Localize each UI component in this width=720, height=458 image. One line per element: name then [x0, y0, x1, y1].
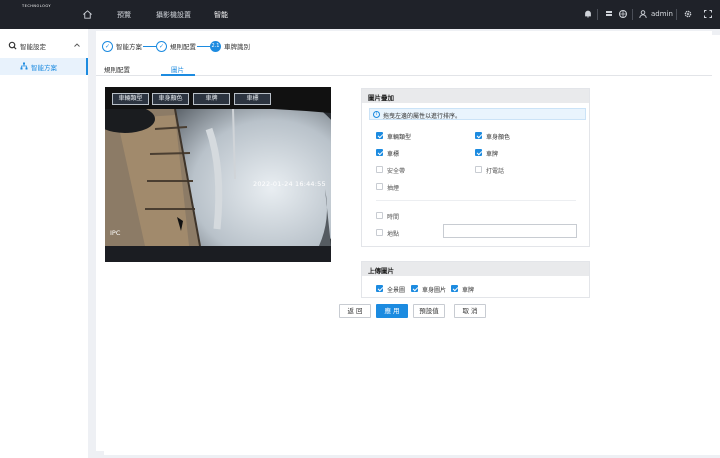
step-current-marker: 2.1	[210, 40, 221, 52]
checkbox-vehicle-logo[interactable]	[376, 149, 383, 156]
video-footer-bar	[105, 246, 331, 262]
apply-button[interactable]: 應 用	[376, 304, 408, 318]
step-label: 規則配置	[170, 43, 196, 51]
checkbox-location[interactable]	[376, 229, 383, 236]
checkbox-vehicle-type[interactable]	[376, 132, 383, 139]
checkbox-label: 抽煙	[387, 185, 400, 192]
fullscreen-icon[interactable]	[703, 9, 713, 19]
sidebar-group-label: 智能設定	[20, 43, 46, 51]
tab-rule-config[interactable]: 規則配置	[104, 64, 130, 74]
default-button[interactable]: 預設值	[413, 304, 445, 318]
video-overlay-toolbar: 車輛類型 車身顏色 車牌 車標	[105, 87, 331, 109]
hint-bar: i 拖曳左邊的屬性以進行排序。	[369, 108, 586, 120]
checkbox-label: 車身圖片	[422, 287, 447, 294]
divider	[597, 9, 598, 20]
checkbox-panorama[interactable]	[376, 285, 383, 292]
checkbox-label: 地點	[387, 231, 400, 238]
info-icon: i	[373, 111, 380, 118]
brand-logo[interactable]: alhua TECHNOLOGY	[8, 4, 720, 455]
panel-header: 圖片疊加	[362, 89, 589, 103]
upload-picture-panel: 上傳圖片 全景圖 車身圖片 車牌	[361, 261, 590, 298]
panel-title: 圖片疊加	[368, 94, 394, 102]
step-label: 車牌識別	[224, 43, 250, 51]
checkbox-label: 車標	[387, 151, 400, 158]
step-label: 智能方案	[116, 43, 142, 51]
checkbox-label: 全景圖	[387, 287, 406, 294]
location-text-input[interactable]	[443, 224, 577, 238]
cancel-button[interactable]: 取 消	[454, 304, 486, 318]
user-icon[interactable]	[638, 9, 648, 19]
settings-icon[interactable]	[683, 9, 693, 19]
step-done-icon: ✓	[156, 40, 167, 52]
tab-active-indicator	[161, 74, 195, 76]
checkbox-upload-plate[interactable]	[451, 285, 458, 292]
video-preview[interactable]: 車輛類型 車身顏色 車牌 車標 2022-01-24 16:44:55 IPC	[105, 87, 331, 262]
panel-header: 上傳圖片	[362, 262, 589, 276]
gear-search-icon	[8, 41, 17, 50]
checkbox-label: 車牌	[486, 151, 499, 158]
checkbox-label: 車輛類型	[387, 134, 412, 141]
bell-icon[interactable]	[583, 9, 593, 19]
step-connector	[197, 46, 210, 47]
sidebar-item-label: 智能方案	[31, 64, 57, 72]
checkbox-plate[interactable]	[475, 149, 482, 156]
picture-overlay-panel: 圖片疊加 i 拖曳左邊的屬性以進行排序。 車輛類型 車身顏色 車標 車牌 安全帶…	[361, 88, 590, 247]
nav-camera-settings[interactable]: 攝影機設置	[156, 10, 191, 20]
username[interactable]: admin	[651, 10, 673, 18]
step-connector	[143, 46, 156, 47]
overlay-plate-button[interactable]: 車牌	[193, 93, 230, 105]
osd-timestamp: 2022-01-24 16:44:55	[253, 180, 326, 188]
checkbox-label: 時間	[387, 214, 400, 221]
step-done-icon: ✓	[102, 40, 113, 52]
hierarchy-icon	[20, 62, 28, 70]
divider	[632, 9, 633, 20]
checkbox-time[interactable]	[376, 212, 383, 219]
overlay-vehicle-logo-button[interactable]: 車標	[234, 93, 271, 105]
divider	[676, 9, 677, 20]
brand-tagline: TECHNOLOGY	[22, 4, 52, 8]
checkbox-seatbelt[interactable]	[376, 166, 383, 173]
panel-title: 上傳圖片	[368, 267, 394, 275]
main-panel: ✓ 智能方案 ✓ 規則配置 2.1 車牌識別 規則配置 圖片 車輛類型 車身顏色…	[96, 31, 712, 451]
checkbox-label: 打電話	[486, 168, 505, 175]
step-plate-recognition[interactable]: 2.1 車牌識別	[210, 40, 250, 52]
divider	[376, 200, 576, 201]
osd-channel-label: IPC	[110, 229, 121, 237]
tab-bar: 規則配置 圖片	[96, 62, 712, 76]
checkbox-label: 車牌	[462, 287, 475, 294]
overlay-vehicle-type-button[interactable]: 車輛類型	[112, 93, 149, 105]
globe-icon[interactable]	[618, 9, 628, 19]
top-bar: alhua TECHNOLOGY 預覽 攝影機設置 智能 admin	[0, 0, 720, 455]
step-smart-plan[interactable]: ✓ 智能方案	[102, 40, 142, 52]
tab-picture[interactable]: 圖片	[171, 64, 184, 74]
camera-scene-image	[105, 109, 331, 246]
storage-icon[interactable]	[604, 9, 614, 19]
checkbox-label: 車身顏色	[486, 134, 511, 141]
sidebar-item-smart-plan[interactable]: 智能方案	[0, 58, 88, 75]
checkbox-label: 安全帶	[387, 168, 406, 175]
overlay-body-color-button[interactable]: 車身顏色	[152, 93, 189, 105]
sidebar-group-intelligent-settings[interactable]: 智能設定	[0, 37, 88, 53]
checkbox-smoking[interactable]	[376, 183, 383, 190]
checkbox-body-color[interactable]	[475, 132, 482, 139]
back-button[interactable]: 返 回	[339, 304, 371, 318]
step-rule-config[interactable]: ✓ 規則配置	[156, 40, 196, 52]
home-icon[interactable]	[82, 9, 93, 20]
nav-intelligent[interactable]: 智能	[214, 10, 228, 20]
sidebar: 智能設定 智能方案	[0, 29, 88, 458]
checkbox-phone-call[interactable]	[475, 166, 482, 173]
checkbox-body-picture[interactable]	[411, 285, 418, 292]
hint-text: 拖曳左邊的屬性以進行排序。	[383, 113, 462, 120]
nav-preview[interactable]: 預覽	[117, 10, 131, 20]
chevron-up-icon	[74, 43, 80, 47]
